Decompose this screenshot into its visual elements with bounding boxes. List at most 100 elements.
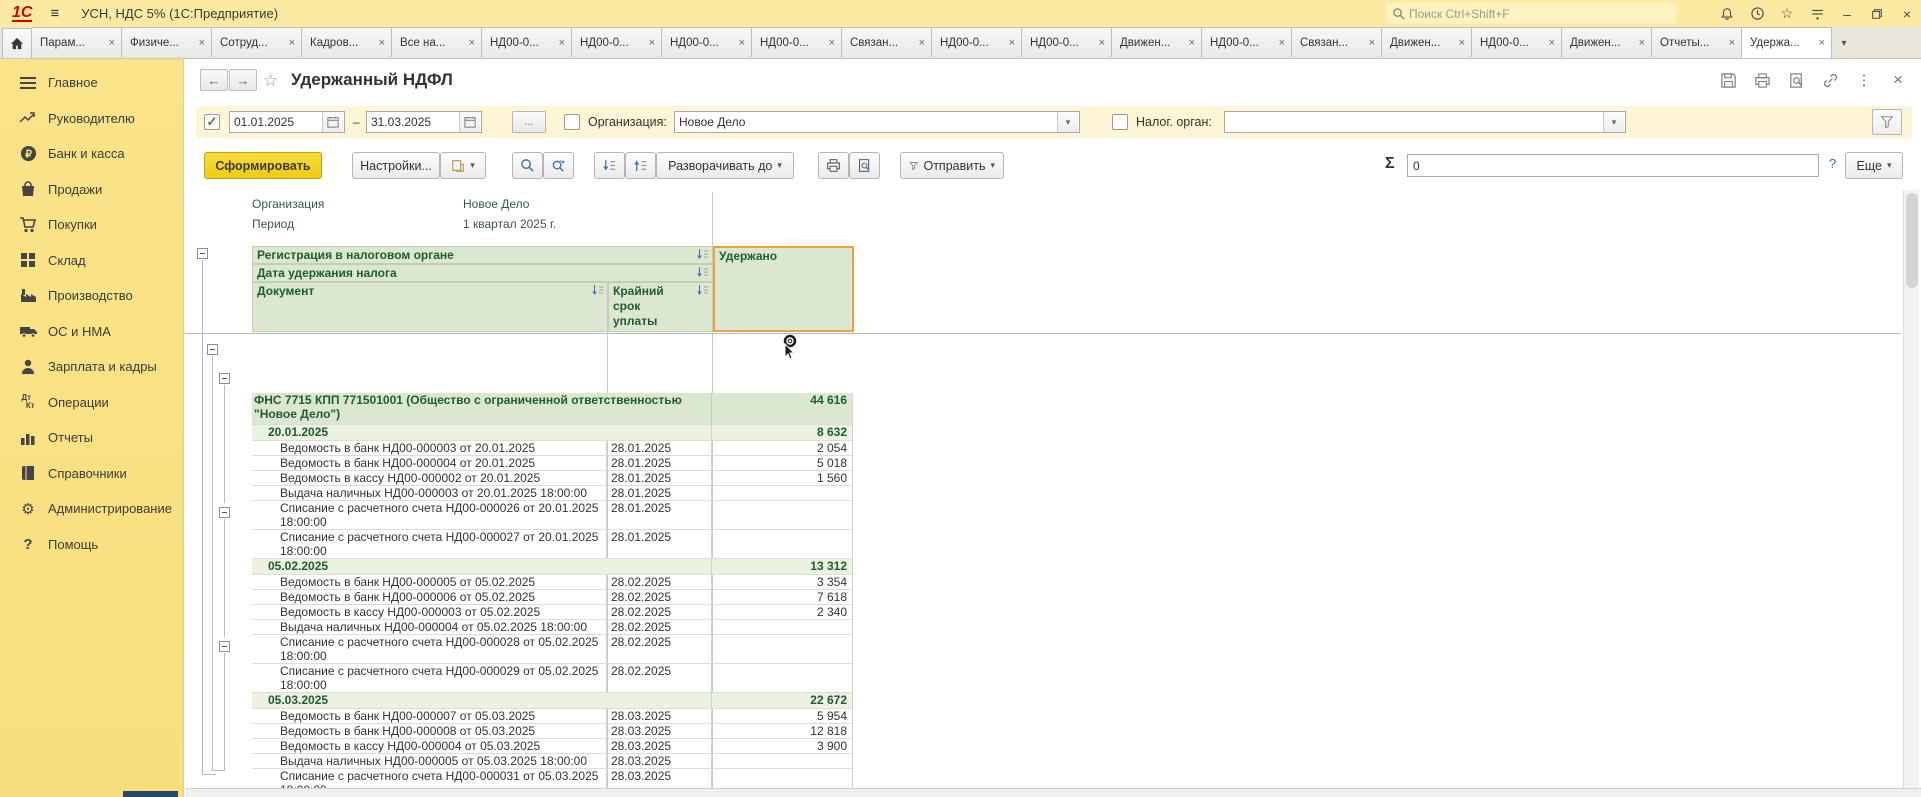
deadline-cell[interactable]: 28.02.2025: [607, 664, 712, 693]
tab-4[interactable]: Все на...×: [392, 27, 482, 57]
get-link-icon[interactable]: [1821, 71, 1839, 89]
chevron-down-icon[interactable]: ▾: [1057, 112, 1078, 132]
sidebar-item-administration[interactable]: ⚙Администрирование: [0, 491, 183, 527]
sum-cell[interactable]: [712, 501, 853, 530]
document-cell[interactable]: Ведомость в банк НД00-000003 от 20.01.20…: [252, 441, 607, 456]
tab-close-icon[interactable]: ×: [1639, 37, 1645, 49]
collapse-groups-icon[interactable]: [594, 152, 625, 179]
sum-cell[interactable]: 2 054: [712, 441, 853, 456]
sidebar-item-directories[interactable]: Справочники: [0, 456, 183, 492]
deadline-cell[interactable]: 28.02.2025: [607, 635, 712, 664]
tab-close-icon[interactable]: ×: [649, 37, 655, 49]
scrollbar-thumb[interactable]: [1906, 193, 1918, 288]
document-cell[interactable]: Ведомость в банк НД00-000007 от 05.03.20…: [252, 709, 607, 724]
sidebar-item-purchases[interactable]: Покупки: [0, 207, 183, 243]
tax-authority-input[interactable]: [1225, 115, 1603, 129]
tab-close-icon[interactable]: ×: [919, 37, 925, 49]
collapse-toggle-fns[interactable]: [207, 344, 218, 355]
filter-funnel-button[interactable]: [1872, 109, 1902, 135]
organization-checkbox[interactable]: [564, 114, 580, 130]
tab-close-icon[interactable]: ×: [1189, 37, 1195, 49]
main-menu-icon[interactable]: ≡: [50, 5, 59, 22]
service-menu-icon[interactable]: [1809, 6, 1825, 22]
sum-cell[interactable]: 3 900: [712, 739, 853, 754]
print-preview-icon[interactable]: [1787, 71, 1805, 89]
tab-9[interactable]: Связан...×: [842, 27, 932, 57]
tab-close-icon[interactable]: ×: [739, 37, 745, 49]
tab-14[interactable]: Связан...×: [1292, 27, 1382, 57]
sidebar-item-production[interactable]: Производство: [0, 278, 183, 314]
group-date[interactable]: 05.03.2025: [252, 693, 712, 709]
deadline-cell[interactable]: 28.03.2025: [607, 754, 712, 769]
column-header-withhold-date[interactable]: Дата удержания налога: [252, 264, 713, 282]
tab-18[interactable]: Отчеты...×: [1652, 27, 1742, 57]
sum-cell[interactable]: 7 618: [712, 590, 853, 605]
send-button[interactable]: Отправить▾: [900, 152, 1004, 179]
deadline-cell[interactable]: 28.02.2025: [607, 590, 712, 605]
collapse-toggle-report[interactable]: [197, 248, 208, 259]
tab-13[interactable]: НД00-0...×: [1202, 27, 1292, 57]
sum-cell[interactable]: [712, 769, 853, 788]
document-cell[interactable]: Ведомость в банк НД00-000004 от 20.01.20…: [252, 456, 607, 471]
find-icon[interactable]: [512, 152, 543, 179]
close-report-icon[interactable]: ×: [1889, 71, 1907, 89]
sort-icon[interactable]: [696, 284, 710, 297]
report-total-sum[interactable]: 44 616: [712, 393, 853, 425]
sum-cell[interactable]: [712, 620, 853, 635]
deadline-cell[interactable]: 28.03.2025: [607, 709, 712, 724]
tab-close-icon[interactable]: ×: [1369, 37, 1375, 49]
tab-close-icon[interactable]: ×: [1549, 37, 1555, 49]
sort-icon[interactable]: [696, 266, 710, 279]
document-cell[interactable]: Выдача наличных НД00-000003 от 20.01.202…: [252, 486, 607, 501]
report-total-label[interactable]: ФНС 7715 КПП 771501001 (Общество с огран…: [252, 393, 712, 425]
tab-10[interactable]: НД00-0...×: [932, 27, 1022, 57]
tab-close-icon[interactable]: ×: [1819, 37, 1825, 49]
sum-cell[interactable]: 5 954: [712, 709, 853, 724]
group-sum[interactable]: 8 632: [712, 425, 853, 441]
deadline-cell[interactable]: 28.01.2025: [607, 501, 712, 530]
tab-overflow-icon[interactable]: ▾: [1832, 28, 1856, 58]
calendar-icon[interactable]: [322, 112, 343, 132]
tab-12[interactable]: Движен...×: [1112, 27, 1202, 57]
sum-cell[interactable]: 2 340: [712, 605, 853, 620]
sum-cell[interactable]: 1 560: [712, 471, 853, 486]
document-cell[interactable]: Выдача наличных НД00-000004 от 05.02.202…: [252, 620, 607, 635]
document-cell[interactable]: Списание с расчетного счета НД00-000026 …: [252, 501, 607, 530]
column-header-withheld[interactable]: Удержано: [713, 246, 854, 332]
tab-15[interactable]: Движен...×: [1382, 27, 1472, 57]
collapse-toggle-group1[interactable]: [219, 373, 230, 384]
favorites-star-icon[interactable]: ☆: [1779, 6, 1795, 22]
document-cell[interactable]: Ведомость в кассу НД00-000004 от 05.03.2…: [252, 739, 607, 754]
column-header-deadline[interactable]: Крайний срок уплаты: [608, 282, 713, 332]
tax-authority-combo[interactable]: ▾: [1224, 111, 1626, 133]
tab-1[interactable]: Физиче...×: [122, 27, 212, 57]
help-link[interactable]: ?: [1829, 156, 1836, 171]
sum-cell[interactable]: 5 018: [712, 456, 853, 471]
document-cell[interactable]: Списание с расчетного счета НД00-000028 …: [252, 635, 607, 664]
save-icon[interactable]: [1719, 71, 1737, 89]
tab-0[interactable]: Парам...×: [32, 27, 122, 57]
tab-close-icon[interactable]: ×: [289, 37, 295, 49]
date-to-input[interactable]: [367, 115, 459, 129]
tab-close-icon[interactable]: ×: [469, 37, 475, 49]
tab-6[interactable]: НД00-0...×: [572, 27, 662, 57]
deadline-cell[interactable]: 28.01.2025: [607, 530, 712, 559]
document-cell[interactable]: Ведомость в кассу НД00-000002 от 20.01.2…: [252, 471, 607, 486]
tab-close-icon[interactable]: ×: [829, 37, 835, 49]
chevron-down-icon[interactable]: ▾: [1603, 112, 1624, 132]
sidebar-item-bank-cash[interactable]: ₽Банк и касса: [0, 136, 183, 172]
tab-close-icon[interactable]: ×: [1099, 37, 1105, 49]
document-cell[interactable]: Ведомость в кассу НД00-000003 от 05.02.2…: [252, 605, 607, 620]
sort-icon[interactable]: [591, 284, 605, 297]
group-date[interactable]: 05.02.2025: [252, 559, 712, 575]
tab-7[interactable]: НД00-0...×: [662, 27, 752, 57]
print-icon[interactable]: [1753, 71, 1771, 89]
group-sum[interactable]: 13 312: [712, 559, 853, 575]
settings-button[interactable]: Настройки...: [352, 152, 440, 179]
forward-button[interactable]: →: [229, 69, 257, 91]
tab-close-icon[interactable]: ×: [1459, 37, 1465, 49]
deadline-cell[interactable]: 28.02.2025: [607, 605, 712, 620]
sum-cell[interactable]: [712, 530, 853, 559]
print-icon[interactable]: [818, 152, 849, 179]
sidebar-item-salary-hr[interactable]: Зарплата и кадры: [0, 349, 183, 385]
